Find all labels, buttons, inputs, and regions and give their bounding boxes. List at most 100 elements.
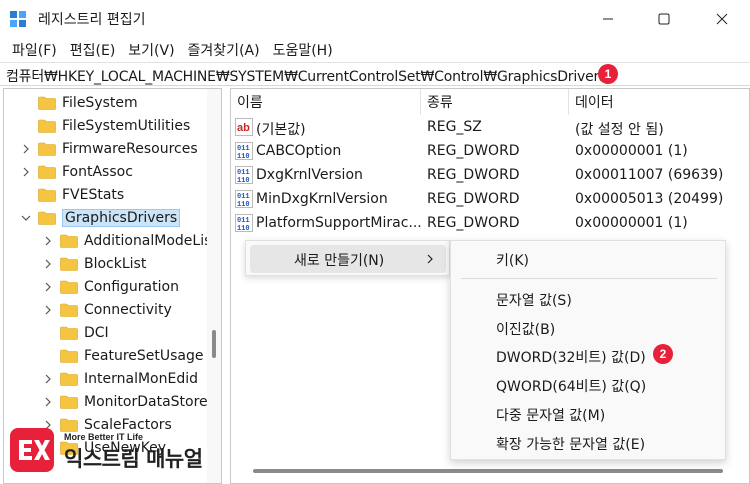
value-row[interactable]: 011 110 DxgKrnlVersion REG_DWORD 0x00011007 … <box>231 164 749 187</box>
tree-item[interactable]: DCI <box>42 321 109 344</box>
column-header-type[interactable]: 종류 <box>421 89 569 115</box>
menu-file[interactable]: 파일(F) <box>8 40 66 60</box>
tree-item[interactable]: FirmwareResources <box>20 137 198 160</box>
submenu-separator <box>461 278 717 279</box>
folder-icon <box>38 165 56 179</box>
chevron-right-icon[interactable] <box>42 373 54 385</box>
tree-item[interactable]: FeatureSetUsage <box>42 344 204 367</box>
chevron-right-icon[interactable] <box>42 281 54 293</box>
value-data: 0x00000001 (1) <box>575 215 688 231</box>
folder-icon <box>38 119 56 133</box>
values-horizontal-scrollbar[interactable] <box>253 469 723 475</box>
submenu-multi-string-value[interactable]: 다중 문자열 값(M) <box>496 405 605 425</box>
tree-item[interactable]: Configuration <box>42 275 179 298</box>
tree-item[interactable]: Connectivity <box>42 298 172 321</box>
ex-logo-icon <box>19 440 50 460</box>
submenu-expandable-string-value[interactable]: 확장 가능한 문자열 값(E) <box>496 434 645 454</box>
menu-favorites[interactable]: 즐겨찾기(A) <box>184 40 269 60</box>
folder-icon <box>38 188 56 202</box>
tree-item[interactable]: FontAssoc <box>20 160 133 183</box>
svg-text:110: 110 <box>237 177 250 184</box>
submenu-key[interactable]: 키(K) <box>496 250 529 270</box>
close-button[interactable] <box>694 0 750 38</box>
value-row[interactable]: ab (기본값) REG_SZ (값 설정 안 됨) <box>231 116 749 139</box>
tree-item-label: Connectivity <box>84 301 172 318</box>
context-menu-new-label: 새로 만들기(N) <box>294 253 385 269</box>
folder-icon <box>60 280 78 294</box>
value-name: DxgKrnlVersion <box>256 167 363 183</box>
value-name: PlatformSupportMirac... <box>256 215 422 231</box>
tree-item-label: FileSystemUtilities <box>62 117 191 134</box>
chevron-right-icon <box>427 254 433 264</box>
value-row[interactable]: 011 110 PlatformSupportMirac... REG_DWORD 0x… <box>231 212 749 235</box>
maximize-button[interactable] <box>636 0 692 38</box>
folder-icon <box>60 349 78 363</box>
svg-text:011: 011 <box>237 193 250 201</box>
tree-scrollbar[interactable] <box>207 89 221 483</box>
svg-text:ab: ab <box>237 122 250 134</box>
folder-icon <box>38 96 56 110</box>
menu-edit[interactable]: 편집(E) <box>66 40 125 60</box>
tree-item[interactable]: FileSystem <box>20 91 138 114</box>
value-type: REG_DWORD <box>427 143 520 159</box>
chevron-right-icon[interactable] <box>42 396 54 408</box>
tree-item[interactable]: FileSystemUtilities <box>20 114 190 137</box>
submenu-dword-value[interactable]: DWORD(32비트) 값(D) <box>496 347 646 367</box>
value-type: REG_DWORD <box>427 191 520 207</box>
value-name: CABCOption <box>256 143 342 159</box>
watermark: More Better IT Life 익스트림 매뉴얼 <box>10 428 210 473</box>
value-name: MinDxgKrnlVersion <box>256 191 388 207</box>
chevron-right-icon[interactable] <box>20 143 32 155</box>
key-tree-pane[interactable]: FileSystem FileSystemUtilities FirmwareRes… <box>3 88 222 484</box>
menu-help[interactable]: 도움말(H) <box>269 40 342 60</box>
tree-item-label: DCI <box>84 324 109 341</box>
submenu-string-value[interactable]: 문자열 값(S) <box>496 290 572 310</box>
folder-icon <box>60 395 78 409</box>
context-menu-new[interactable]: 새로 만들기(N) <box>250 245 446 273</box>
watermark-name: 익스트림 매뉴얼 <box>64 447 203 471</box>
tree-item[interactable]: FVEStats <box>20 183 124 206</box>
step-badge-1: 1 <box>598 64 618 84</box>
chevron-right-icon[interactable] <box>42 258 54 270</box>
watermark-tagline: More Better IT Life <box>64 432 144 442</box>
menu-view[interactable]: 보기(V) <box>124 40 183 60</box>
submenu-binary-value[interactable]: 이진값(B) <box>496 319 555 339</box>
values-scrollbar-thumb[interactable] <box>253 469 723 473</box>
value-type: REG_SZ <box>427 119 482 135</box>
window-title: 레지스트리 편집기 <box>38 12 146 28</box>
address-path[interactable]: 컴퓨터₩HKEY_LOCAL_MACHINE₩SYSTEM₩CurrentCon… <box>6 66 606 86</box>
address-bar[interactable]: 컴퓨터₩HKEY_LOCAL_MACHINE₩SYSTEM₩CurrentCon… <box>0 62 750 86</box>
tree-item[interactable]: AdditionalModeLists <box>42 229 222 252</box>
tree-scrollbar-thumb[interactable] <box>212 330 216 358</box>
value-data: (값 설정 안 됨) <box>575 122 664 138</box>
tree-item-label: FileSystem <box>62 94 138 111</box>
value-data: 0x00011007 (69639) <box>575 167 724 183</box>
tree-item[interactable]: InternalMonEdid <box>42 367 198 390</box>
chevron-right-icon[interactable] <box>42 235 54 247</box>
column-header-name[interactable]: 이름 <box>231 89 421 115</box>
tree-item-label: AdditionalModeLists <box>84 232 222 249</box>
svg-text:011: 011 <box>237 217 250 225</box>
tree-item[interactable]: BlockList <box>42 252 146 275</box>
chevron-right-icon[interactable] <box>42 304 54 316</box>
column-header-data[interactable]: 데이터 <box>569 89 749 115</box>
tree-item[interactable]: MonitorDataStore <box>42 390 208 413</box>
value-row[interactable]: 011 110 MinDxgKrnlVersion REG_DWORD 0x000050… <box>231 188 749 211</box>
minimize-button[interactable] <box>580 0 636 38</box>
folder-icon <box>38 211 56 225</box>
new-submenu: 키(K) 문자열 값(S) 이진값(B) DWORD(32비트) 값(D) QW… <box>450 240 726 460</box>
submenu-qword-value[interactable]: QWORD(64비트) 값(Q) <box>496 376 646 396</box>
value-row[interactable]: 011 110 CABCOption REG_DWORD 0x00000001 (1) <box>231 140 749 163</box>
chevron-right-icon[interactable] <box>20 166 32 178</box>
chevron-down-icon[interactable] <box>20 212 32 224</box>
tree-item[interactable]: GraphicsDrivers <box>20 206 181 229</box>
value-data: 0x00005013 (20499) <box>575 191 724 207</box>
tree-item-label: InternalMonEdid <box>84 370 198 387</box>
title-bar: 레지스트리 편집기 <box>0 0 750 38</box>
value-data: 0x00000001 (1) <box>575 143 688 159</box>
svg-text:110: 110 <box>237 153 250 160</box>
minimize-icon <box>603 18 613 20</box>
